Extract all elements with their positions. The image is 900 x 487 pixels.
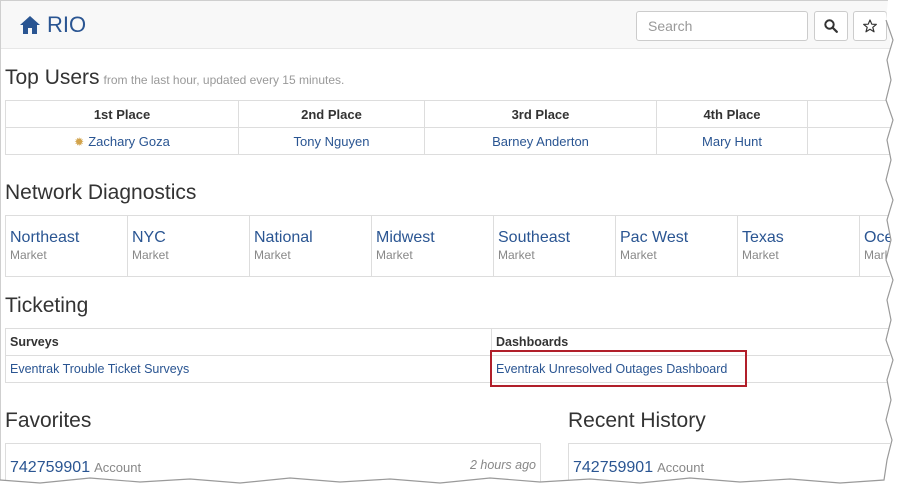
- user-link-4th[interactable]: Mary Hunt: [702, 134, 762, 149]
- market-name: Northeast: [10, 229, 80, 246]
- search-icon: [824, 19, 838, 33]
- recent-account-type: Account: [657, 460, 705, 475]
- market-nyc[interactable]: NYC Market: [128, 216, 250, 276]
- top-users-heading: Top Users from the last hour, updated eve…: [5, 66, 344, 90]
- recent-history-panel: 742759901 Account: [568, 443, 890, 482]
- table-header-row: Surveys Dashboards: [5, 328, 890, 356]
- table-row: Eventrak Trouble Ticket Surveys Eventrak…: [5, 355, 890, 383]
- search-button[interactable]: [814, 11, 848, 41]
- recent-history-title: Recent History: [568, 409, 706, 432]
- surveys-header: Surveys: [5, 328, 492, 356]
- market-national[interactable]: National Market: [250, 216, 372, 276]
- user-cell-empty: [807, 127, 890, 155]
- market-name: Southeast: [498, 229, 571, 246]
- brand-label: RIO: [47, 12, 87, 37]
- survey-link[interactable]: Eventrak Trouble Ticket Surveys: [10, 362, 189, 376]
- ticketing-title: Ticketing: [5, 294, 89, 317]
- market-type: Market: [10, 248, 47, 262]
- market-name: Pac West: [620, 229, 689, 246]
- market-name: Texas: [742, 229, 784, 246]
- user-link-2nd[interactable]: Tony Nguyen: [294, 134, 370, 149]
- medal-icon: ✹: [74, 134, 85, 149]
- user-link-1st[interactable]: Zachary Goza: [88, 134, 170, 149]
- recent-account-number: 742759901: [573, 459, 654, 476]
- favorite-entry[interactable]: 742759901 Account: [10, 459, 141, 477]
- user-cell-3rd: Barney Anderton: [424, 127, 657, 155]
- star-icon: [863, 19, 877, 33]
- column-header-3rd: 3rd Place: [424, 100, 657, 128]
- favorite-timestamp: 2 hours ago: [469, 458, 536, 472]
- market-type: Mark: [864, 248, 890, 262]
- market-name: Oce: [864, 229, 890, 246]
- favorite-button[interactable]: [853, 11, 887, 41]
- market-southeast[interactable]: Southeast Market: [494, 216, 616, 276]
- market-midwest[interactable]: Midwest Market: [372, 216, 494, 276]
- market-name: NYC: [132, 229, 166, 246]
- market-northeast[interactable]: Northeast Market: [6, 216, 128, 276]
- market-type: Market: [742, 248, 779, 262]
- market-texas[interactable]: Texas Market: [738, 216, 860, 276]
- column-header-2nd: 2nd Place: [238, 100, 425, 128]
- survey-cell: Eventrak Trouble Ticket Surveys: [5, 355, 492, 383]
- navbar: RIO: [1, 1, 890, 49]
- column-header-empty: [807, 100, 890, 128]
- market-type: Market: [498, 248, 535, 262]
- table-header-row: 1st Place 2nd Place 3rd Place 4th Place: [5, 100, 890, 128]
- market-type: Market: [132, 248, 169, 262]
- dashboard-cell: Eventrak Unresolved Outages Dashboard: [491, 355, 890, 383]
- favorite-account-number: 742759901: [10, 459, 91, 476]
- user-cell-1st: ✹ Zachary Goza: [5, 127, 239, 155]
- column-header-1st: 1st Place: [5, 100, 239, 128]
- top-users-title: Top Users: [5, 66, 100, 89]
- market-name: Midwest: [376, 229, 435, 246]
- favorites-panel: 742759901 Account 2 hours ago: [5, 443, 541, 482]
- market-type: Market: [376, 248, 413, 262]
- market-type: Market: [620, 248, 657, 262]
- column-header-4th: 4th Place: [656, 100, 808, 128]
- market-oceanic-partial[interactable]: Oce Mark: [860, 216, 890, 276]
- market-pac-west[interactable]: Pac West Market: [616, 216, 738, 276]
- top-users-subtitle: from the last hour, updated every 15 min…: [103, 73, 345, 87]
- table-row: ✹ Zachary Goza Tony Nguyen Barney Anderto…: [5, 127, 890, 155]
- user-link-3rd[interactable]: Barney Anderton: [492, 134, 589, 149]
- home-icon: [20, 16, 40, 34]
- dashboard-link[interactable]: Eventrak Unresolved Outages Dashboard: [496, 362, 727, 376]
- market-type: Market: [254, 248, 291, 262]
- dashboards-header: Dashboards: [491, 328, 890, 356]
- network-diagnostics-title: Network Diagnostics: [5, 181, 197, 204]
- ticketing-table: Surveys Dashboards Eventrak Trouble Tick…: [5, 328, 890, 383]
- market-name: National: [254, 229, 313, 246]
- browser-page: RIO Top Usersfrom the last hour, updated…: [0, 0, 890, 482]
- favorites-title: Favorites: [5, 409, 92, 432]
- user-cell-4th: Mary Hunt: [656, 127, 808, 155]
- user-cell-2nd: Tony Nguyen: [238, 127, 425, 155]
- favorite-account-type: Account: [94, 460, 142, 475]
- recent-entry[interactable]: 742759901 Account: [573, 459, 704, 477]
- search-input[interactable]: [636, 11, 808, 41]
- brand-link[interactable]: RIO: [19, 12, 86, 38]
- markets-row: Northeast Market NYC Market National Mar…: [5, 215, 890, 277]
- top-users-table: 1st Place 2nd Place 3rd Place 4th Place …: [5, 100, 890, 155]
